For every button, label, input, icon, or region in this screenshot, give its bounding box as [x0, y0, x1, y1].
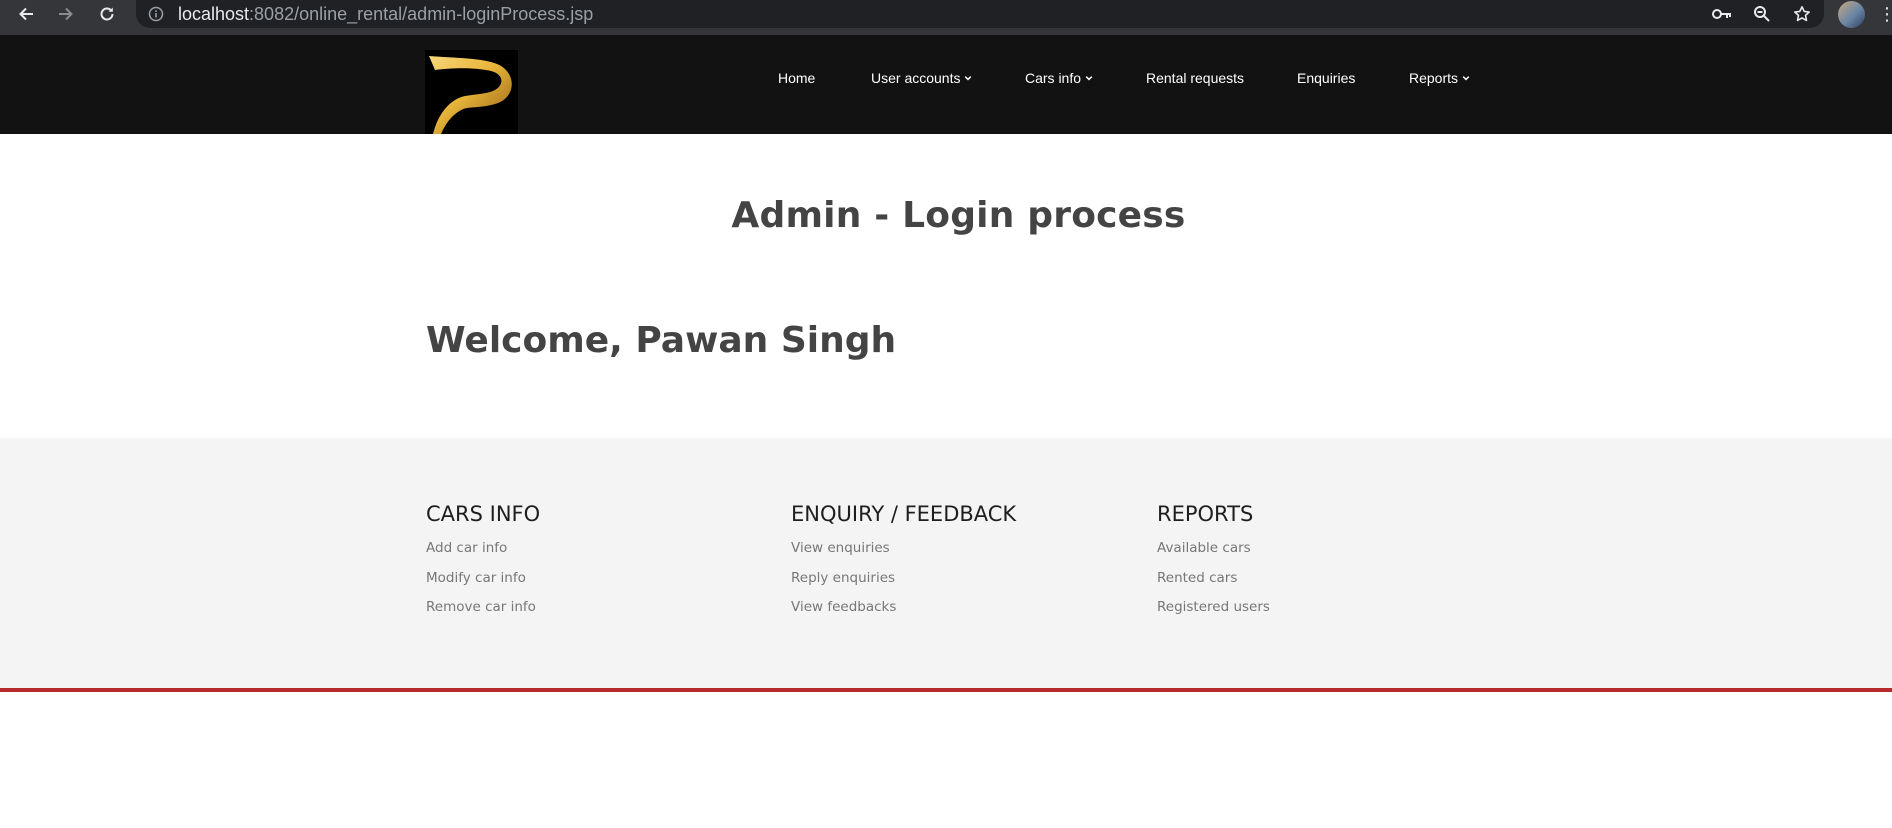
nav-user-accounts-label: User accounts: [871, 70, 961, 86]
nav-reports[interactable]: Reports: [1409, 68, 1470, 88]
forward-icon: [59, 7, 73, 21]
nav-enquiries-label: Enquiries: [1297, 70, 1356, 86]
footer-link-modify-car-info[interactable]: Modify car info: [426, 570, 540, 600]
chevron-down-icon: [965, 76, 972, 81]
footer-column-enquiry-feedback: ENQUIRY / FEEDBACK View enquiries Reply …: [791, 502, 1016, 629]
main-nav: Home User accounts Cars info Rental requ…: [0, 35, 1892, 134]
nav-home[interactable]: Home: [778, 68, 815, 88]
nav-cars-info[interactable]: Cars info: [1025, 68, 1093, 88]
footer-column-reports: REPORTS Available cars Rented cars Regis…: [1157, 502, 1270, 629]
key-icon[interactable]: [1711, 3, 1733, 25]
nav-home-label: Home: [778, 70, 816, 86]
nav-cars-info-label: Cars info: [1025, 70, 1082, 86]
star-icon[interactable]: [1791, 3, 1813, 25]
back-button[interactable]: [10, 0, 42, 28]
chevron-down-icon: [1085, 76, 1093, 81]
footer-link-reply-enquiries[interactable]: Reply enquiries: [791, 570, 1016, 600]
browser-toolbar: localhost:8082/online_rental/admin-login…: [0, 0, 1892, 35]
footer-column-cars-info: CARS INFO Add car info Modify car info R…: [426, 502, 540, 629]
footer-link-view-feedbacks[interactable]: View feedbacks: [791, 599, 1016, 629]
chevron-down-icon: [1462, 76, 1470, 81]
url-text[interactable]: localhost:8082/online_rental/admin-login…: [178, 4, 593, 25]
footer-link-available-cars[interactable]: Available cars: [1157, 540, 1270, 570]
url-host: localhost: [178, 4, 250, 24]
site-header: Home User accounts Cars info Rental requ…: [0, 35, 1892, 134]
profile-avatar[interactable]: [1838, 1, 1865, 28]
site-footer: CARS INFO Add car info Modify car info R…: [0, 438, 1892, 688]
page-title: Admin - Login process: [731, 195, 1186, 236]
nav-user-accounts[interactable]: User accounts: [871, 68, 972, 88]
footer-link-registered-users[interactable]: Registered users: [1157, 599, 1270, 629]
welcome-message: Welcome, Pawan Singh: [426, 320, 897, 361]
forward-button[interactable]: [50, 0, 82, 28]
back-icon: [19, 7, 33, 21]
zoom-icon[interactable]: [1751, 3, 1773, 25]
info-icon[interactable]: [148, 6, 164, 22]
footer-link-add-car-info[interactable]: Add car info: [426, 540, 540, 570]
footer-link-remove-car-info[interactable]: Remove car info: [426, 599, 540, 629]
nav-enquiries[interactable]: Enquiries: [1297, 68, 1355, 88]
footer-link-rented-cars[interactable]: Rented cars: [1157, 570, 1270, 600]
browser-menu-icon[interactable]: ⋮: [1878, 4, 1892, 24]
nav-rental-requests-label: Rental requests: [1146, 70, 1245, 86]
footer-accent-divider: [0, 688, 1892, 692]
footer-heading: CARS INFO: [426, 502, 541, 526]
nav-rental-requests[interactable]: Rental requests: [1146, 68, 1244, 88]
footer-heading: ENQUIRY / FEEDBACK: [791, 502, 1017, 526]
reload-icon: [100, 7, 114, 21]
url-path: :8082/online_rental/admin-loginProcess.j…: [249, 4, 594, 24]
reload-button[interactable]: [91, 0, 123, 28]
footer-heading: REPORTS: [1157, 502, 1254, 526]
footer-link-view-enquiries[interactable]: View enquiries: [791, 540, 1016, 570]
address-bar[interactable]: localhost:8082/online_rental/admin-login…: [136, 0, 1824, 28]
nav-reports-label: Reports: [1409, 70, 1459, 86]
